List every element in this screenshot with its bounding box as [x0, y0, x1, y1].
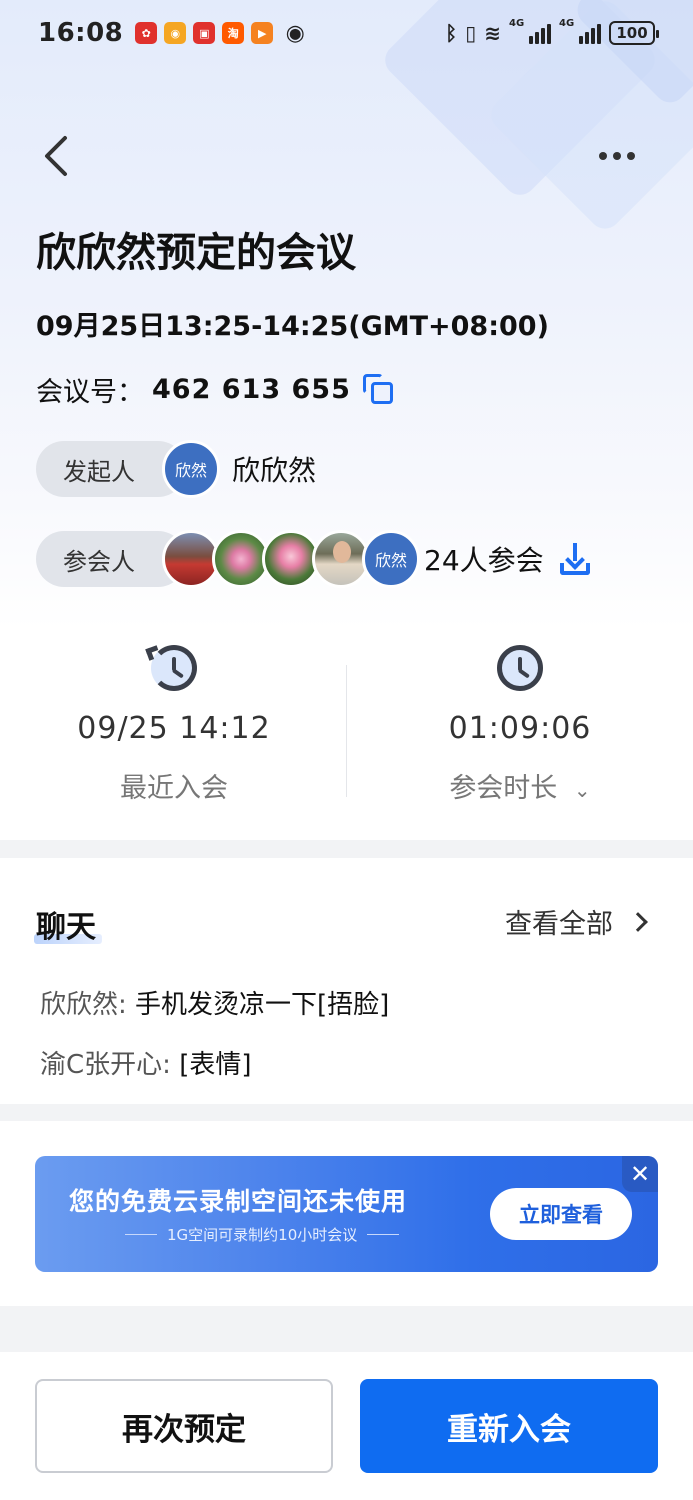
participant-avatars[interactable]: 欣然 — [162, 530, 420, 588]
cloud-record-banner[interactable]: 您的免费云录制空间还未使用 1G空间可录制约10小时会议 立即查看 — [35, 1156, 658, 1272]
chat-message: 欣欣然: 手机发烫凉一下[捂脸] — [40, 984, 389, 1021]
vibrate-icon: ▯ — [465, 21, 477, 45]
network-type-label: 4G — [509, 18, 525, 29]
duration-label: 参会时长 — [449, 773, 558, 804]
chevron-left-icon — [45, 136, 67, 176]
rebook-button[interactable]: 再次预定 — [35, 1379, 333, 1473]
last-join-label: 最近入会 — [120, 773, 228, 804]
more-dot-icon — [627, 152, 635, 160]
signal-icon: 4G — [509, 18, 551, 44]
more-options-button[interactable] — [592, 136, 642, 176]
clock-icon — [495, 643, 545, 693]
taobao-icon: 淘 — [222, 22, 245, 44]
divider — [346, 665, 347, 797]
network-type-label-2: 4G — [559, 18, 575, 29]
rejoin-button[interactable]: 重新入会 — [360, 1379, 658, 1473]
video-app-icon: ▶ — [251, 22, 274, 44]
history-clock-icon — [145, 643, 199, 693]
view-now-button[interactable]: 立即查看 — [490, 1188, 632, 1240]
participants-count: 24人参会 — [424, 544, 544, 577]
message-text: 手机发烫凉一下[捂脸] — [135, 990, 390, 1020]
bluetooth-icon: ᛒ — [445, 21, 458, 45]
message-sender: 渝C张开心: — [40, 1050, 171, 1080]
participants-row[interactable]: 参会人 欣然 24人参会 — [36, 530, 592, 588]
last-join-stat: 09/25 14:12 最近入会 — [24, 643, 324, 805]
close-icon[interactable]: ✕ — [622, 1156, 658, 1192]
meeting-id-value: 462 613 655 — [152, 374, 351, 405]
duration-label-row[interactable]: 参会时长 ⌄ — [370, 766, 670, 805]
initiator-name: 欣欣然 — [232, 454, 317, 487]
meeting-title: 欣欣然预定的会议 — [36, 230, 356, 276]
banner-subtitle-row: 1G空间可录制约10小时会议 — [115, 1224, 409, 1245]
meeting-id-row: 会议号： 462 613 655 — [36, 370, 395, 409]
chat-message: 渝C张开心: [表情] — [40, 1044, 251, 1081]
back-button[interactable] — [36, 132, 76, 180]
duration-stat[interactable]: 01:09:06 参会时长 ⌄ — [370, 643, 670, 805]
red-app-icon: ▣ — [193, 22, 216, 44]
eye-icon: ◉ — [285, 20, 305, 46]
message-sender: 欣欣然: — [40, 990, 127, 1020]
weibo-icon: ◉ — [164, 22, 187, 44]
banner-title: 您的免费云录制空间还未使用 — [69, 1187, 408, 1216]
system-icons: ᛒ ▯ ≋ 4G 4G 100 — [445, 18, 659, 45]
notification-icons: ✿ ◉ ▣ 淘 ▶ ◉ — [135, 20, 310, 46]
view-all-label: 查看全部 — [505, 909, 613, 940]
avatar: 欣然 — [362, 530, 420, 588]
wifi-icon: ≋ — [484, 21, 501, 45]
signal-icon-2: 4G — [559, 18, 601, 44]
chevron-right-icon — [628, 911, 648, 932]
meeting-datetime: 09月25日13:25-14:25(GMT+08:00) — [36, 311, 549, 342]
view-all-link[interactable]: 查看全部 — [505, 902, 648, 941]
chat-card: 聊天 查看全部 欣欣然: 手机发烫凉一下[捂脸] 渝C张开心: [表情] — [0, 858, 693, 1104]
huawei-icon: ✿ — [135, 22, 158, 44]
meeting-id-label: 会议号： — [36, 377, 144, 408]
copy-icon[interactable] — [362, 373, 395, 406]
more-dot-icon — [599, 152, 607, 160]
duration-value: 01:09:06 — [448, 711, 592, 746]
chevron-down-icon: ⌄ — [573, 778, 591, 802]
status-time: 16:08 — [38, 18, 124, 48]
initiator-row: 发起人 欣然 欣欣然 — [36, 440, 316, 498]
more-dot-icon — [613, 152, 621, 160]
status-bar: 16:08 ✿ ◉ ▣ 淘 ▶ ◉ ᛒ ▯ ≋ 4G 4G 100 — [0, 0, 693, 66]
battery-icon: 100 — [609, 21, 659, 45]
last-join-value: 09/25 14:12 — [77, 711, 271, 746]
chat-title: 聊天 — [36, 910, 96, 945]
initiator-avatar[interactable]: 欣然 — [162, 440, 220, 498]
banner-subtitle: 1G空间可录制约10小时会议 — [167, 1226, 358, 1244]
download-icon[interactable] — [558, 541, 592, 577]
message-text: [表情] — [179, 1050, 252, 1080]
